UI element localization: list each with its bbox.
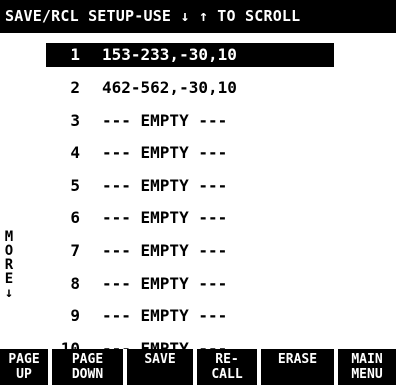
more-letter: E <box>4 271 14 287</box>
softkey-label-line1: RE- <box>215 352 239 367</box>
softkey-label-line2: UP <box>16 367 32 382</box>
slot-value: --- EMPTY --- <box>102 143 228 162</box>
slot-value: 462-562,-30,10 <box>102 78 237 97</box>
main-menu-softkey[interactable]: MAIN MENU <box>338 349 396 385</box>
recall-softkey[interactable]: RE- CALL <box>197 349 257 385</box>
slot-number: 3 <box>70 111 80 130</box>
slot-value: --- EMPTY --- <box>102 241 228 260</box>
slot-number: 2 <box>70 78 80 97</box>
title-bar: SAVE/RCL SETUP-USE ↓ ↑ TO SCROLL <box>0 0 396 33</box>
softkey-label-line1: PAGE <box>71 352 104 367</box>
softkey-label-line1: ERASE <box>277 352 318 367</box>
slot-number: 4 <box>70 143 80 162</box>
save-recall-screen: SAVE/RCL SETUP-USE ↓ ↑ TO SCROLL 1 153-2… <box>0 0 396 385</box>
softkey-label-line1: MAIN <box>351 352 383 367</box>
slot-number: 6 <box>70 208 80 227</box>
more-indicator: M O R E ↓ <box>2 230 16 300</box>
softkey-label-line1: PAGE <box>8 352 40 367</box>
more-letter: M <box>4 229 14 245</box>
slot-number: 8 <box>70 274 80 293</box>
more-letter: R <box>4 257 14 273</box>
slot-value: 153-233,-30,10 <box>102 45 237 64</box>
slot-value: --- EMPTY --- <box>102 208 228 227</box>
page-down-softkey[interactable]: PAGE DOWN <box>52 349 123 385</box>
softkey-label-line1: SAVE <box>144 352 176 367</box>
slot-number: 1 <box>70 45 80 64</box>
more-letter: O <box>4 243 14 259</box>
slot-value: --- EMPTY --- <box>102 176 228 195</box>
slot-value: --- EMPTY --- <box>102 274 228 293</box>
page-up-softkey[interactable]: PAGE UP <box>0 349 48 385</box>
save-softkey[interactable]: SAVE <box>127 349 193 385</box>
slot-value: --- EMPTY --- <box>102 306 228 325</box>
softkey-bar: PAGE UP PAGE DOWN SAVE RE- CALL ERASE MA… <box>0 349 396 385</box>
softkey-label-line2: MENU <box>351 367 383 382</box>
softkey-label-line2: CALL <box>211 367 243 382</box>
slot-number: 5 <box>70 176 80 195</box>
down-arrow-icon: ↓ <box>4 285 14 301</box>
slot-value: --- EMPTY --- <box>102 111 228 130</box>
slot-number: 7 <box>70 241 80 260</box>
slot-number: 9 <box>70 306 80 325</box>
erase-softkey[interactable]: ERASE <box>261 349 334 385</box>
softkey-label-line2: DOWN <box>71 367 104 382</box>
